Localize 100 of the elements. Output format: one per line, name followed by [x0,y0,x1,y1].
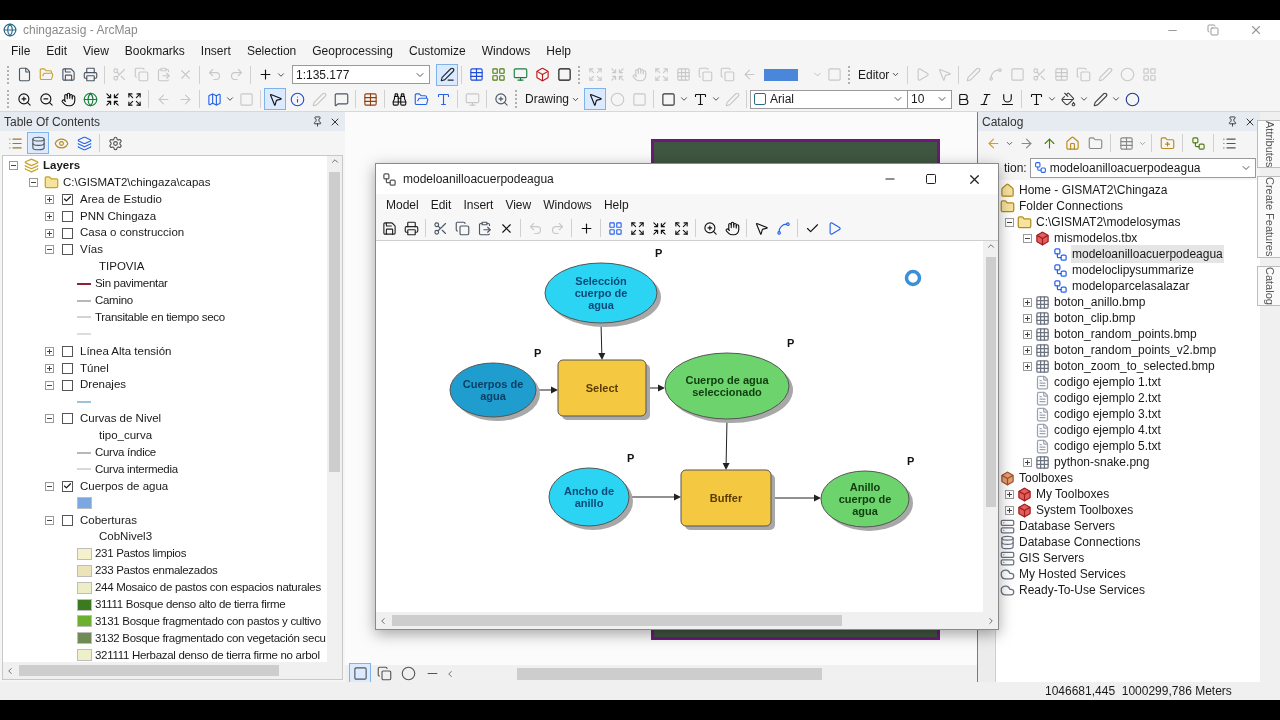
layer-label[interactable]: Drenajes [80,376,127,394]
expand-toggle[interactable] [1023,313,1032,323]
menu-item[interactable]: Geoprocessing [304,42,401,60]
catalog-item[interactable]: My Hosted Services [1018,565,1127,583]
layer-label[interactable]: Vías [80,241,103,259]
layer-label[interactable]: Cuerpos de agua [80,477,169,495]
text-icon[interactable] [692,91,708,107]
underline-icon[interactable] [999,91,1015,107]
expand-toggle[interactable] [1005,489,1014,499]
catalog-item[interactable]: boton_zoom_to_selected.bmp [1053,357,1216,375]
menu-item[interactable]: Bookmarks [116,42,193,60]
catalog-item[interactable]: modeloclipysummarize [1071,261,1196,279]
layer-checkbox[interactable] [62,362,73,374]
toggle-tree-icon[interactable] [1190,135,1206,151]
table-icon[interactable] [468,67,484,82]
collapse-toggle[interactable] [45,515,54,525]
save-icon[interactable] [381,220,397,236]
menu-item[interactable]: Customize [400,42,474,60]
catalog-item[interactable]: modeloanilloacuerpodeagua [1071,245,1224,263]
tool-node[interactable]: Buffer [680,469,775,530]
zoom-in-fixed-icon[interactable] [651,220,667,236]
expand-toggle[interactable] [1023,361,1032,371]
python-window-icon[interactable] [556,67,572,82]
collapse-toggle[interactable] [45,481,54,491]
menu-item[interactable]: Windows [473,42,539,60]
catalog-item[interactable]: Database Servers [1018,517,1117,535]
catalog-item[interactable]: My Toolboxes [1035,485,1111,503]
full-extent-icon[interactable] [629,220,645,236]
color-swatch[interactable] [764,68,798,81]
expand-toggle[interactable] [45,211,54,221]
expand-toggle[interactable] [1023,297,1032,307]
home-icon[interactable] [1064,135,1080,151]
location-field[interactable]: modeloanilloacuerpodeagua [1029,157,1256,178]
list-by-drawing-order-icon[interactable] [7,135,23,151]
expand-toggle[interactable] [45,346,54,356]
side-tab[interactable]: Create Features [1256,176,1280,258]
print-icon[interactable] [82,67,98,82]
horizontal-scrollbar[interactable] [517,667,822,680]
collapse-toggle[interactable] [9,160,18,170]
collapse-toggle[interactable] [45,380,54,390]
variable-node[interactable]: Cuerpos de agua [449,362,540,421]
catalog-item[interactable]: codigo ejemplo 2.txt [1053,389,1162,407]
refresh-icon[interactable] [400,666,416,681]
editor-menu-button[interactable]: Editor [854,64,905,85]
list-by-selection-icon[interactable] [76,135,92,151]
print-icon[interactable] [403,220,419,236]
menu-item[interactable]: Edit [424,196,458,214]
variable-node[interactable]: Selección cuerpo de agua [544,262,661,327]
italic-icon[interactable] [977,91,993,107]
expand-toggle[interactable] [45,363,54,373]
menu-item[interactable]: Windows [537,196,598,214]
caret-icon[interactable] [1047,94,1057,104]
menu-item[interactable]: View [499,196,538,214]
scroll-left-icon[interactable] [378,615,388,626]
collapse-toggle[interactable] [45,414,54,424]
layer-checkbox[interactable] [62,379,73,391]
layer-checkbox[interactable] [62,193,73,205]
go-to-xy-icon[interactable] [435,91,451,107]
options-icon[interactable] [1221,135,1237,151]
create-viewer-icon[interactable] [493,91,509,107]
forward-icon[interactable] [1018,135,1034,151]
expand-toggle[interactable] [1023,457,1032,467]
scroll-up-icon[interactable] [985,241,996,251]
variable-node[interactable]: Anillo cuerpo de agua [820,470,913,531]
menu-item[interactable]: Model [380,196,425,214]
scroll-left-icon[interactable] [445,668,455,679]
menu-item[interactable]: Insert [457,196,500,214]
folder-label[interactable]: C:\GISMAT2\chingaza\capas [63,173,211,191]
cut-icon[interactable] [432,220,448,236]
scale-dropdown[interactable]: 1:135.177 [292,65,430,84]
caret-icon[interactable] [1079,94,1089,104]
catalog-item[interactable]: Folder Connections [1018,197,1125,215]
layer-label[interactable]: Casa o construccion [80,224,185,242]
html-popup-icon[interactable] [333,91,349,107]
layer-label[interactable]: Area de Estudio [80,190,162,208]
fill-color-icon[interactable] [1060,91,1076,107]
connect-folder-icon[interactable] [1087,135,1103,151]
new-folder-icon[interactable] [1159,135,1175,151]
new-document-icon[interactable] [16,67,32,82]
views-icon[interactable] [1118,135,1134,151]
select-icon[interactable] [753,220,769,236]
expand-toggle[interactable] [45,228,54,238]
menu-item[interactable]: Help [538,42,580,60]
catalog-item[interactable]: codigo ejemplo 3.txt [1053,405,1162,423]
catalog-item[interactable]: GIS Servers [1018,549,1086,567]
catalog-item[interactable]: Ready-To-Use Services [1018,581,1147,599]
catalog-item[interactable]: Home - GISMAT2\Chingaza [1018,181,1169,199]
caret-icon[interactable] [679,94,689,104]
layer-checkbox[interactable] [62,227,73,239]
caret-icon[interactable] [1111,94,1121,104]
collapse-toggle[interactable] [29,177,38,187]
vertical-scrollbar[interactable] [327,156,342,662]
marker-color-icon[interactable] [1124,91,1140,107]
caret-icon[interactable] [711,94,721,104]
data-frame-label[interactable]: Layers [43,156,81,175]
catalog-item[interactable]: python-snake.png [1053,453,1151,471]
catalog-item[interactable]: codigo ejemplo 4.txt [1053,421,1162,439]
drawing-menu-button[interactable]: Drawing [521,89,584,109]
catalog-window-icon[interactable] [490,67,506,82]
menu-item[interactable]: Help [597,196,635,214]
